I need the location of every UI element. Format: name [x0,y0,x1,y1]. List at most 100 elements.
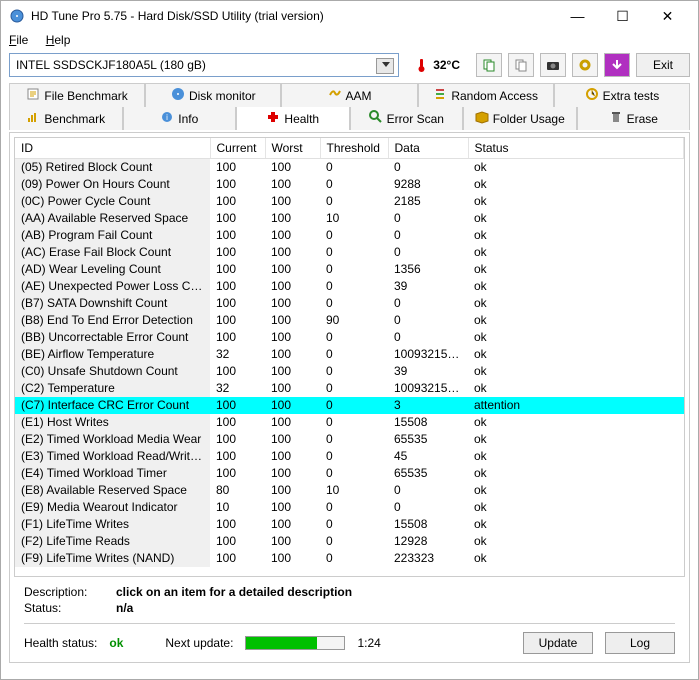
tab-benchmark[interactable]: Benchmark [9,107,123,130]
copy-info-button[interactable] [476,53,502,77]
cell-status: ok [468,363,684,380]
log-button[interactable]: Log [605,632,675,654]
save-button[interactable] [604,53,630,77]
cell-status: ok [468,227,684,244]
tab-random-access[interactable]: Random Access [418,83,554,107]
tab-label: Erase [627,112,658,126]
table-row[interactable]: (0C) Power Cycle Count10010002185ok [15,193,684,210]
cell-data: 1356 [388,261,468,278]
table-row[interactable]: (C2) Temperature321000100932157...ok [15,380,684,397]
options-button[interactable] [572,53,598,77]
tab-info[interactable]: iInfo [123,107,237,130]
table-row[interactable]: (F1) LifeTime Writes100100015508ok [15,516,684,533]
update-progress [245,636,345,650]
cell-threshold: 0 [320,159,388,176]
tab-label: File Benchmark [44,89,127,103]
copy-screenshot-button[interactable] [508,53,534,77]
table-row[interactable]: (AA) Available Reserved Space100100100ok [15,210,684,227]
exit-button[interactable]: Exit [636,53,690,77]
table-row[interactable]: (E1) Host Writes100100015508ok [15,414,684,431]
update-button[interactable]: Update [523,632,593,654]
screenshot-button[interactable] [540,53,566,77]
table-row[interactable]: (05) Retired Block Count10010000ok [15,159,684,176]
column-header-data[interactable]: Data [388,138,468,159]
cell-worst: 100 [265,261,320,278]
tab-erase[interactable]: Erase [577,107,691,130]
cell-current: 100 [210,397,265,414]
cell-threshold: 0 [320,363,388,380]
menubar: File Help [1,31,698,51]
titlebar: HD Tune Pro 5.75 - Hard Disk/SSD Utility… [1,1,698,31]
cell-data: 39 [388,278,468,295]
tab-label: Error Scan [387,112,444,126]
close-button[interactable]: ✕ [645,2,690,30]
cell-threshold: 0 [320,448,388,465]
minimize-button[interactable]: — [555,2,600,30]
cell-id: (05) Retired Block Count [15,159,210,176]
tab-label: AAM [346,89,372,103]
cell-current: 32 [210,380,265,397]
tab-aam[interactable]: AAM [281,83,417,107]
table-row[interactable]: (AE) Unexpected Power Loss Count10010003… [15,278,684,295]
table-row[interactable]: (AB) Program Fail Count10010000ok [15,227,684,244]
cell-current: 100 [210,550,265,567]
copy-icon [514,58,528,72]
column-header-id[interactable]: ID [15,138,210,159]
table-row[interactable]: (B7) SATA Downshift Count10010000ok [15,295,684,312]
table-row[interactable]: (09) Power On Hours Count10010009288ok [15,176,684,193]
cell-status: ok [468,278,684,295]
tab-disk-monitor[interactable]: Disk monitor [145,83,281,107]
cell-data: 39 [388,363,468,380]
table-row[interactable]: (BB) Uncorrectable Error Count10010000ok [15,329,684,346]
table-row[interactable]: (E2) Timed Workload Media Wear1001000655… [15,431,684,448]
cell-status: ok [468,176,684,193]
tab-extra-tests[interactable]: Extra tests [554,83,690,107]
column-header-current[interactable]: Current [210,138,265,159]
cell-worst: 100 [265,278,320,295]
cell-data: 12928 [388,533,468,550]
table-row[interactable]: (C0) Unsafe Shutdown Count100100039ok [15,363,684,380]
table-row[interactable]: (E4) Timed Workload Timer100100065535ok [15,465,684,482]
cell-threshold: 90 [320,312,388,329]
cell-data: 15508 [388,414,468,431]
health-status-value: ok [109,636,123,650]
cell-status: ok [468,295,684,312]
tab-icon: i [160,110,174,127]
cell-threshold: 10 [320,482,388,499]
drive-select[interactable]: INTEL SSDSCKJF180A5L (180 gB) [9,53,399,77]
cell-worst: 100 [265,431,320,448]
table-row[interactable]: (E3) Timed Workload Read/Write R...10010… [15,448,684,465]
table-row[interactable]: (E9) Media Wearout Indicator1010000ok [15,499,684,516]
table-row[interactable]: (AD) Wear Leveling Count10010001356ok [15,261,684,278]
table-row[interactable]: (C7) Interface CRC Error Count10010003at… [15,397,684,414]
column-header-threshold[interactable]: Threshold [320,138,388,159]
cell-worst: 100 [265,312,320,329]
menu-file[interactable]: File [9,33,28,47]
cell-id: (E8) Available Reserved Space [15,482,210,499]
tab-folder-usage[interactable]: Folder Usage [463,107,577,130]
column-header-worst[interactable]: Worst [265,138,320,159]
toolbar: INTEL SSDSCKJF180A5L (180 gB) 32°C Exit [1,51,698,83]
page-icon [482,58,496,72]
menu-help[interactable]: Help [46,33,71,47]
tab-file-benchmark[interactable]: File Benchmark [9,83,145,107]
table-row[interactable]: (F9) LifeTime Writes (NAND)1001000223323… [15,550,684,567]
cell-id: (C7) Interface CRC Error Count [15,397,210,414]
cell-current: 10 [210,499,265,516]
cell-status: ok [468,329,684,346]
cell-worst: 100 [265,227,320,244]
tabs: File Benchmark Disk monitor AAM Random Acce… [9,83,690,132]
download-icon [610,58,624,72]
table-row[interactable]: (B8) End To End Error Detection100100900… [15,312,684,329]
tab-health[interactable]: Health [236,107,350,130]
maximize-button[interactable]: ☐ [600,2,645,30]
cell-status: ok [468,465,684,482]
table-row[interactable]: (AC) Erase Fail Block Count10010000ok [15,244,684,261]
table-row[interactable]: (E8) Available Reserved Space80100100ok [15,482,684,499]
column-header-status[interactable]: Status [468,138,684,159]
table-row[interactable]: (BE) Airflow Temperature321000100932157.… [15,346,684,363]
table-row[interactable]: (F2) LifeTime Reads100100012928ok [15,533,684,550]
cell-current: 100 [210,227,265,244]
tab-icon [585,87,599,104]
tab-error-scan[interactable]: Error Scan [350,107,464,130]
